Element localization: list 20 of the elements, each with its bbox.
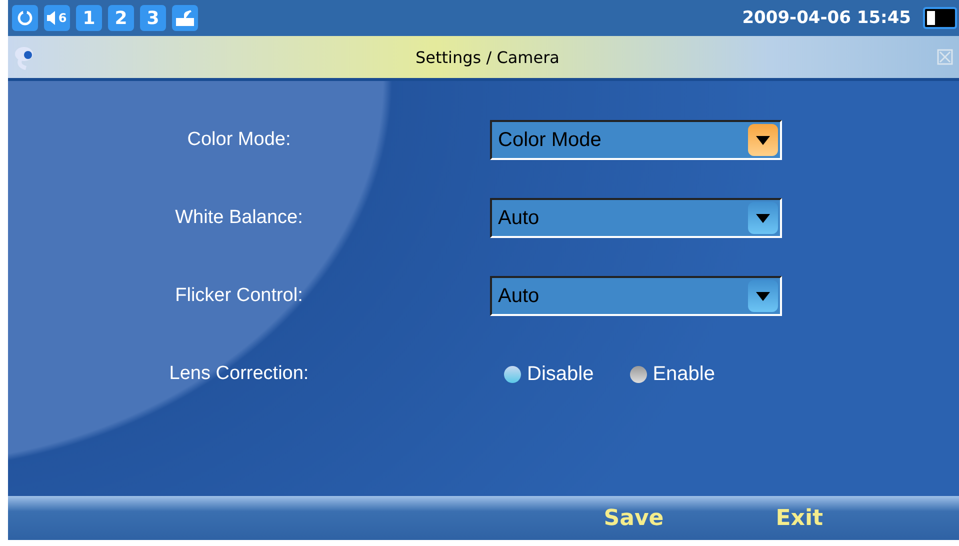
softkey-button[interactable]: Exit	[770, 502, 829, 534]
headset-icon[interactable]	[172, 5, 198, 31]
dropdown[interactable]: Auto	[490, 198, 782, 238]
radio-option[interactable]: Enable	[630, 362, 715, 386]
dropdown[interactable]: Color Mode	[490, 120, 782, 160]
line-indicator[interactable]: 3	[140, 5, 166, 31]
volume-indicator[interactable]: 6	[44, 5, 70, 31]
window-title: Settings / Camera	[414, 48, 560, 66]
field-label: Flicker Control:	[174, 285, 304, 307]
date-time: 2009-04-06 15:45	[742, 8, 911, 28]
dropdown[interactable]: Auto	[490, 276, 782, 316]
field-label: Lens Correction:	[168, 363, 310, 385]
field-label: Color Mode:	[186, 129, 292, 151]
battery-icon	[923, 7, 957, 29]
radio-option[interactable]: Disable	[504, 362, 594, 386]
field-label: White Balance:	[174, 207, 304, 229]
line-indicator[interactable]: 1	[76, 5, 102, 31]
line-indicator[interactable]: 2	[108, 5, 134, 31]
softkey-button[interactable]: Save	[598, 502, 670, 534]
refresh-icon[interactable]	[12, 5, 38, 31]
